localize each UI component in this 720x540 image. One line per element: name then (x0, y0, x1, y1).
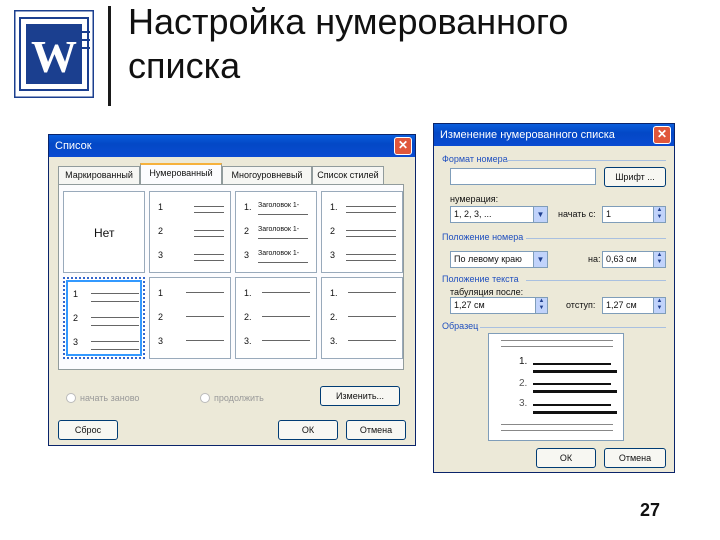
slide: W Настройка нумерованного списка Список … (0, 0, 720, 540)
slide-title-line2: списка (128, 45, 241, 86)
list-cancel-button[interactable]: Отмена (346, 420, 406, 440)
spinner-icon[interactable]: ▲ ▼ (653, 207, 665, 222)
chevron-down-icon[interactable]: ▼ (533, 252, 547, 267)
indent-label: отступ: (566, 300, 596, 310)
sample-label: Образец (442, 321, 479, 331)
slide-title: Настройка нумерованного списка (128, 0, 568, 88)
list-dialog-title: Список (55, 140, 92, 152)
numbered-tab-pane: Нет 1 2 3 1. Заголовок 1- 2 Заголовок 1-… (58, 184, 404, 370)
continue-numbering-radio[interactable] (200, 393, 210, 403)
tab-outline[interactable]: Многоуровневый (222, 166, 312, 184)
list-option-numbers-dot-wide[interactable]: 1. 2 3 (321, 191, 403, 273)
restart-numbering-radio[interactable] (66, 393, 76, 403)
reset-button[interactable]: Сброс (58, 420, 118, 440)
title-divider (108, 6, 111, 106)
start-at-input[interactable]: 1 ▲ ▼ (602, 206, 666, 223)
list-option-none[interactable]: Нет (63, 191, 145, 273)
list-option-numbers-dot-alt[interactable]: 1. 2. 3. (321, 277, 403, 359)
svg-text:W: W (31, 31, 77, 82)
list-ok-button[interactable]: ОК (278, 420, 338, 440)
tab-numbered[interactable]: Нумерованный (140, 163, 222, 185)
modify-ok-button[interactable]: ОК (536, 448, 596, 468)
slide-title-line1: Настройка нумерованного (128, 1, 569, 42)
modify-cancel-button[interactable]: Отмена (604, 448, 666, 468)
restart-numbering-label: начать заново (80, 393, 140, 403)
number-format-input[interactable] (450, 168, 596, 185)
list-option-selected[interactable]: 1 2 3 (63, 277, 145, 359)
start-at-label: начать с: (558, 209, 596, 219)
sample-number-1: 1. (519, 356, 528, 367)
font-button[interactable]: Шрифт ... (604, 167, 666, 187)
alignment-select[interactable]: По левому краю ▼ (450, 251, 548, 268)
numbering-style-select[interactable]: 1, 2, 3, ... ▼ (450, 206, 548, 223)
list-option-numbers-tight[interactable]: 1 2 3 (149, 277, 231, 359)
close-icon[interactable]: ✕ (394, 137, 412, 155)
page-number: 27 (640, 500, 661, 520)
list-option-numbers-plain[interactable]: 1 2 3 (149, 191, 231, 273)
none-label: Нет (94, 226, 115, 240)
list-option-heading-numbers[interactable]: 1. Заголовок 1- 2 Заголовок 1- 3 Заголов… (235, 191, 317, 273)
chevron-down-icon[interactable]: ▼ (533, 207, 547, 222)
tab-after-input[interactable]: 1,27 см ▲ ▼ (450, 297, 548, 314)
at-label: на: (588, 254, 601, 264)
spinner-icon[interactable]: ▲ ▼ (653, 298, 665, 313)
tab-list-styles[interactable]: Список стилей (312, 166, 384, 184)
list-option-numbers-dot[interactable]: 1. 2. 3. (235, 277, 317, 359)
modify-button[interactable]: Изменить... (320, 386, 400, 406)
tab-after-label: табуляция после: (450, 287, 524, 297)
numbering-label: нумерация: (450, 194, 499, 204)
sample-number-2: 2. (519, 378, 528, 389)
word-logo-icon: W (14, 10, 94, 98)
sample-number-3: 3. (519, 398, 528, 409)
spinner-icon[interactable]: ▲ ▼ (535, 298, 547, 313)
text-position-label: Положение текста (442, 274, 519, 284)
modify-dialog-titlebar: Изменение нумерованного списка ✕ (434, 124, 674, 146)
tab-bulleted[interactable]: Маркированный (58, 166, 140, 184)
indent-input[interactable]: 1,27 см ▲ ▼ (602, 297, 666, 314)
modify-dialog-title: Изменение нумерованного списка (440, 129, 615, 141)
spinner-icon[interactable]: ▲ ▼ (653, 252, 665, 267)
number-position-label: Положение номера (442, 232, 524, 242)
list-dialog-titlebar: Список ✕ (49, 135, 415, 157)
close-icon[interactable]: ✕ (653, 126, 671, 144)
sample-preview: 1. 2. 3. (488, 333, 624, 441)
at-input[interactable]: 0,63 см ▲ ▼ (602, 251, 666, 268)
continue-numbering-label: продолжить (214, 393, 264, 403)
number-format-label: Формат номера (442, 154, 508, 164)
